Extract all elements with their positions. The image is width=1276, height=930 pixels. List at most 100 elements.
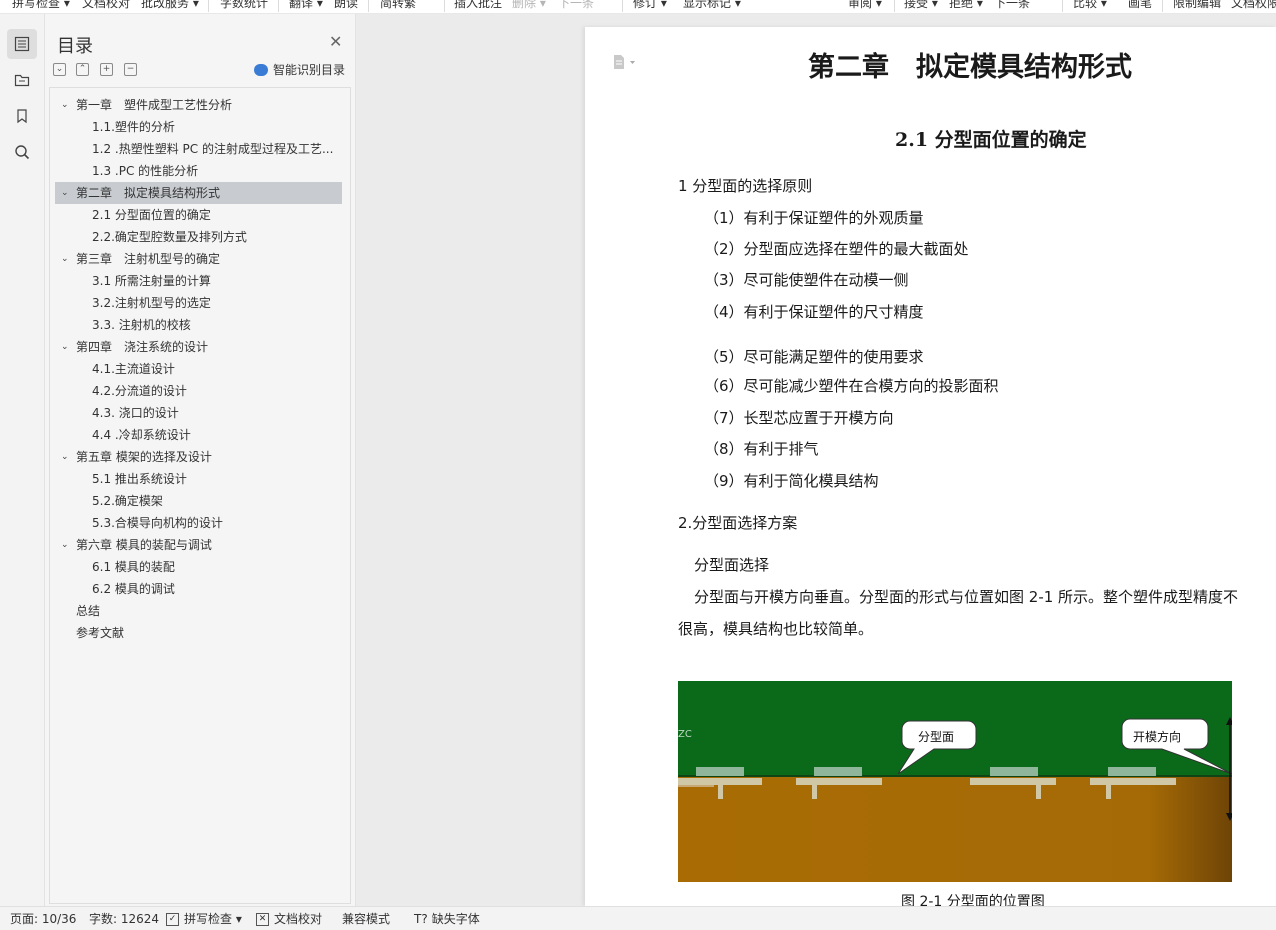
parting-line-figure[interactable]: 分型面 开模方向 ZC <box>678 681 1232 882</box>
correction-service-button[interactable]: 批改服务 ▾ <box>141 0 199 11</box>
expand-up-icon[interactable]: ⌃ <box>76 63 89 76</box>
search-icon[interactable] <box>7 137 37 167</box>
toc-item[interactable]: 4.4 .冷却系统设计 <box>55 424 342 446</box>
chevron-down-icon[interactable]: ⌄ <box>61 534 69 556</box>
restrict-editing-button[interactable]: 限制编辑 <box>1173 0 1221 11</box>
page-indicator[interactable]: 页面: 10/36 <box>10 911 76 927</box>
close-icon[interactable]: ✕ <box>329 34 342 50</box>
figure-axis-label: ZC <box>678 729 692 740</box>
toc-panel: 目录 ✕ ⌄ ⌃ + − 智能识别目录 ⌄ 第一章 塑件成型工艺性分析 1.1.塑件… <box>45 14 356 906</box>
compare-button[interactable]: 比较 ▾ <box>1073 0 1107 11</box>
toc-chapter-item[interactable]: ⌄ 第五章 模架的选择及设计 <box>55 446 342 468</box>
toc-item-label: 3.2.注射机型号的选定 <box>92 296 211 310</box>
toc-item[interactable]: 4.3. 浇口的设计 <box>55 402 342 424</box>
spell-check-button[interactable]: 拼写检查 ▾ <box>12 0 70 11</box>
reject-button[interactable]: 拒绝 ▾ <box>949 0 983 11</box>
bookmark-icon[interactable] <box>7 101 37 131</box>
simp-to-trad-button[interactable]: 简转繁 <box>380 0 416 11</box>
principle-item: （9）有利于简化模具结构 <box>704 472 879 490</box>
toc-item[interactable]: 1.1.塑件的分析 <box>55 116 342 138</box>
toc-item[interactable]: 6.2 模具的调试 <box>55 578 342 600</box>
chevron-down-icon[interactable]: ⌄ <box>61 94 69 116</box>
principle-item: （8）有利于排气 <box>704 440 819 458</box>
toc-item[interactable]: 2.2.确定型腔数量及排列方式 <box>55 226 342 248</box>
accept-button[interactable]: 接受 ▾ <box>904 0 938 11</box>
toc-item[interactable]: 参考文献 <box>55 622 342 644</box>
toc-item[interactable]: 3.1 所需注射量的计算 <box>55 270 342 292</box>
collapse-all-icon[interactable]: ⌄ <box>53 63 66 76</box>
toc-item[interactable]: 5.1 推出系统设计 <box>55 468 342 490</box>
toc-item[interactable]: 3.3. 注射机的校核 <box>55 314 342 336</box>
toc-item-label: 4.1.主流道设计 <box>92 362 175 376</box>
toc-item-label: 3.1 所需注射量的计算 <box>92 274 211 288</box>
figure-callout-parting-surface: 分型面 <box>918 730 955 744</box>
chevron-down-icon[interactable]: ⌄ <box>61 182 69 204</box>
read-aloud-button[interactable]: 朗读 <box>334 0 358 11</box>
toc-item-label: 第五章 模架的选择及设计 <box>76 450 212 464</box>
toc-chapter-item[interactable]: ⌄ 第六章 模具的装配与调试 <box>55 534 342 556</box>
toc-icon[interactable] <box>7 29 37 59</box>
track-changes-button[interactable]: 修订 ▾ <box>633 0 667 11</box>
principle-item: （2）分型面应选择在塑件的最大截面处 <box>704 240 969 258</box>
chevron-down-icon[interactable]: ⌄ <box>61 248 69 270</box>
toc-chapter-item[interactable]: ⌄ 第一章 塑件成型工艺性分析 <box>55 94 342 116</box>
smart-toc-button[interactable]: 智能识别目录 <box>254 61 345 78</box>
body-text-line: 分型面与开模方向垂直。分型面的形式与位置如图 2-1 所示。整个塑件成型精度不 <box>694 588 1239 606</box>
doc-proofread-button[interactable]: 文档校对 <box>82 0 130 11</box>
toc-item[interactable]: 1.2 .热塑性塑料 PC 的注射成型过程及工艺... <box>55 138 342 160</box>
add-heading-icon[interactable]: + <box>100 63 113 76</box>
spell-check-status[interactable]: ✓ 拼写检查 ▾ <box>166 911 242 927</box>
remove-heading-icon[interactable]: − <box>124 63 137 76</box>
principle-item: （3）尽可能使塑件在动模一侧 <box>704 271 909 289</box>
toc-item[interactable]: 1.3 .PC 的性能分析 <box>55 160 342 182</box>
toc-item-label: 第六章 模具的装配与调试 <box>76 538 212 552</box>
insert-comment-button[interactable]: 插入批注 <box>454 0 502 11</box>
toc-title: 目录 <box>57 36 93 57</box>
toc-item[interactable]: 5.2.确定模架 <box>55 490 342 512</box>
doc-permission-button[interactable]: 文档权限 <box>1231 0 1276 11</box>
toc-item-label: 第三章 注射机型号的确定 <box>76 252 221 266</box>
delete-comment-button[interactable]: 删除 ▾ <box>512 0 546 11</box>
toc-item[interactable]: 总结 <box>55 600 342 622</box>
doc-check-status[interactable]: ✕ 文档校对 <box>256 911 322 927</box>
toc-item[interactable]: 4.2.分流道的设计 <box>55 380 342 402</box>
toc-item-label: 1.3 .PC 的性能分析 <box>92 164 199 178</box>
toc-item[interactable]: 6.1 模具的装配 <box>55 556 342 578</box>
word-count-button[interactable]: 字数统计 <box>220 0 268 11</box>
status-bar: 页面: 10/36 字数: 12624 ✓ 拼写检查 ▾ ✕ 文档校对 兼容模式… <box>0 906 1276 930</box>
toc-chapter-item[interactable]: ⌄ 第四章 浇注系统的设计 <box>55 336 342 358</box>
chevron-down-icon[interactable]: ⌄ <box>61 336 69 358</box>
toc-item-label: 第二章 拟定模具结构形式 <box>76 186 221 200</box>
next-comment-button[interactable]: 下一条 <box>558 0 594 11</box>
toc-item-label: 5.1 推出系统设计 <box>92 472 187 486</box>
toc-item-label: 参考文献 <box>76 626 125 640</box>
toc-chapter-item[interactable]: ⌄ 第三章 注射机型号的确定 <box>55 248 342 270</box>
toc-item-label: 1.2 .热塑性塑料 PC 的注射成型过程及工艺... <box>92 142 334 156</box>
chevron-down-icon[interactable]: ⌄ <box>61 446 69 468</box>
word-count[interactable]: 字数: 12624 <box>89 911 159 927</box>
toc-item-label: 4.2.分流道的设计 <box>92 384 187 398</box>
smart-ai-icon <box>254 63 268 76</box>
missing-font-status[interactable]: T? 缺失字体 <box>414 911 480 927</box>
toc-item-label: 2.2.确定型腔数量及排列方式 <box>92 230 247 244</box>
toc-item-label: 5.3.合模导向机构的设计 <box>92 516 223 530</box>
next-change-button[interactable]: 下一条 <box>994 0 1030 11</box>
toc-chapter-item[interactable]: ⌄ 第二章 拟定模具结构形式 <box>55 182 342 204</box>
chapter-nav-icon[interactable] <box>7 65 37 95</box>
principle-item: （5）尽可能满足塑件的使用要求 <box>704 348 924 366</box>
compat-mode[interactable]: 兼容模式 <box>342 911 390 927</box>
pen-button[interactable]: 画笔 <box>1128 0 1152 11</box>
review-button[interactable]: 审阅 ▾ <box>848 0 882 11</box>
toc-item[interactable]: 5.3.合模导向机构的设计 <box>55 512 342 534</box>
page-format-icon[interactable] <box>613 54 637 74</box>
body-text-line: 很高，模具结构也比较简单。 <box>678 620 874 638</box>
toc-item[interactable]: 4.1.主流道设计 <box>55 358 342 380</box>
show-markup-button[interactable]: 显示标记 ▾ <box>683 0 741 11</box>
toc-item-label: 4.3. 浇口的设计 <box>92 406 179 420</box>
toc-item[interactable]: 3.2.注射机型号的选定 <box>55 292 342 314</box>
translate-button[interactable]: 翻译 ▾ <box>289 0 323 11</box>
toc-tree: ⌄ 第一章 塑件成型工艺性分析 1.1.塑件的分析 1.2 .热塑性塑料 PC 的注射… <box>49 87 351 904</box>
toc-item[interactable]: 2.1 分型面位置的确定 <box>55 204 342 226</box>
sub-heading: 分型面选择 <box>694 556 770 574</box>
principle-item: （4）有利于保证塑件的尺寸精度 <box>704 303 924 321</box>
